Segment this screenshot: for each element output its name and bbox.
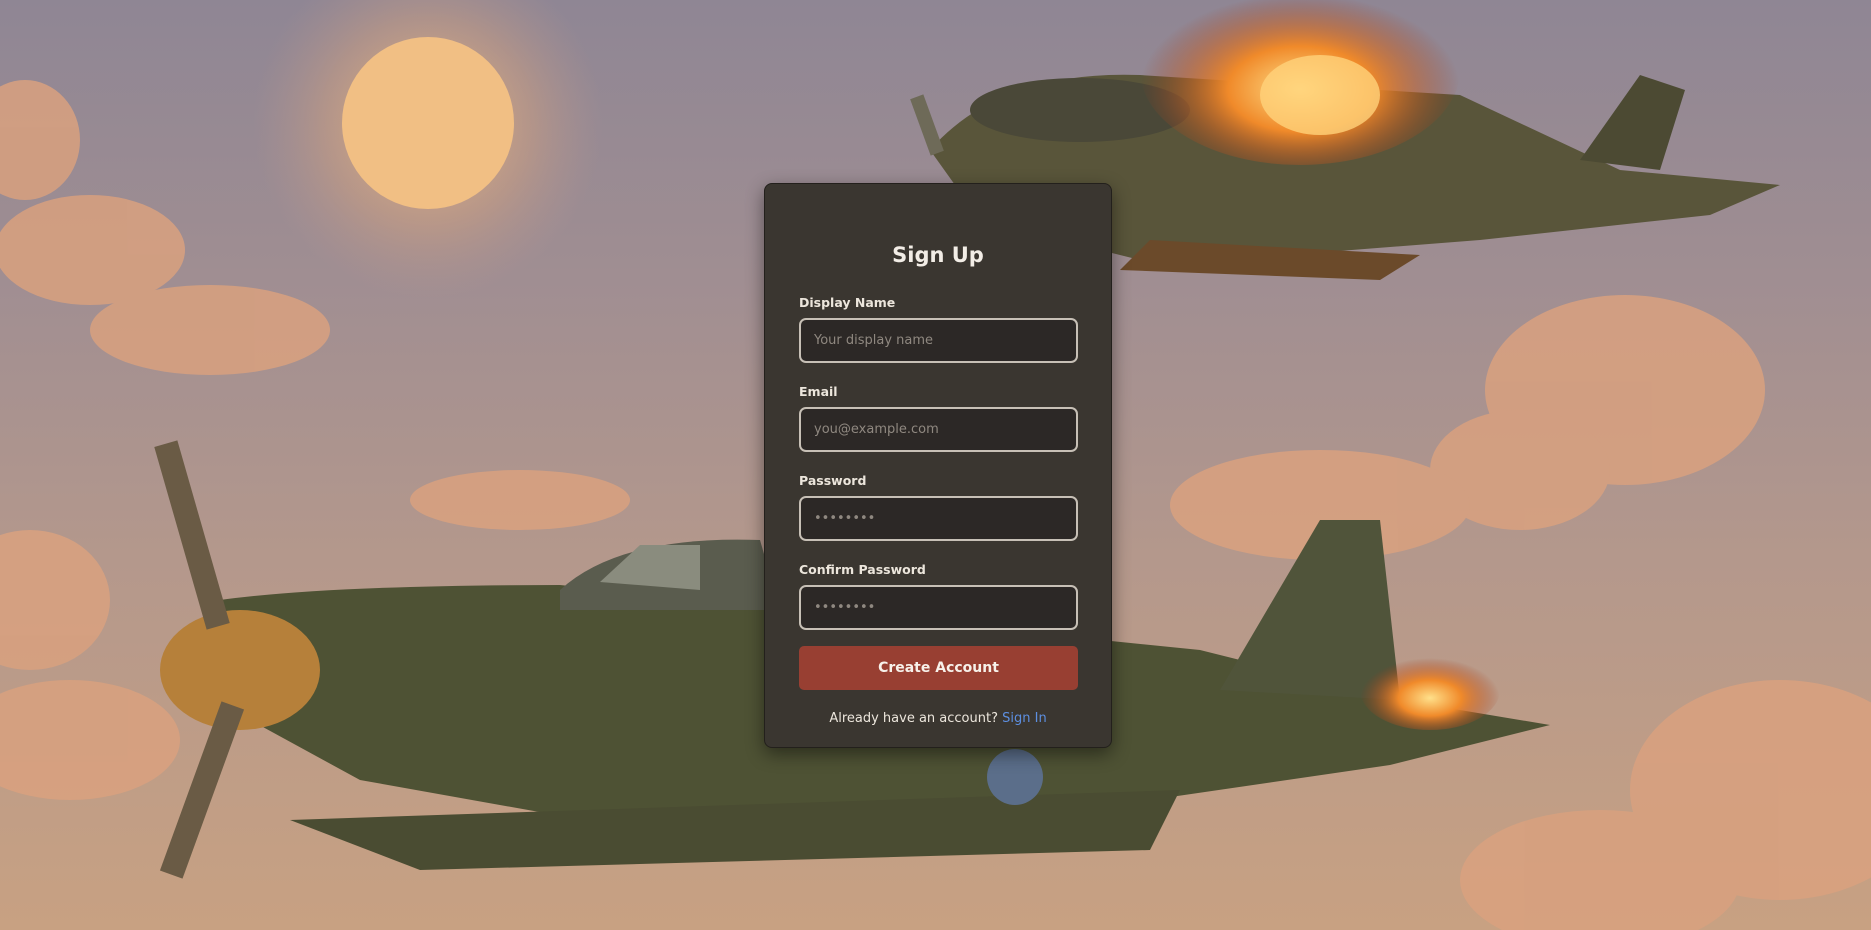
confirm-password-input[interactable] (799, 585, 1078, 630)
sun-icon (253, 0, 603, 298)
signin-prompt: Already have an account? Sign In (799, 709, 1077, 729)
password-label: Password (799, 473, 867, 488)
signin-prompt-text: Already have an account? (829, 711, 998, 726)
display-name-input[interactable] (799, 318, 1078, 363)
create-account-button[interactable]: Create Account (799, 646, 1078, 690)
display-name-group: Display Name (799, 294, 1078, 363)
sign-in-link[interactable]: Sign In (1002, 711, 1047, 726)
email-input[interactable] (799, 407, 1078, 452)
page-title: Sign Up (892, 243, 984, 267)
password-group: Password (799, 472, 1078, 541)
email-label: Email (799, 384, 838, 399)
confirm-password-label: Confirm Password (799, 562, 926, 577)
email-group: Email (799, 383, 1078, 452)
confirm-password-group: Confirm Password (799, 561, 1078, 630)
password-input[interactable] (799, 496, 1078, 541)
signup-card: Sign Up Display Name Email Password Conf… (764, 183, 1112, 748)
display-name-label: Display Name (799, 295, 896, 310)
